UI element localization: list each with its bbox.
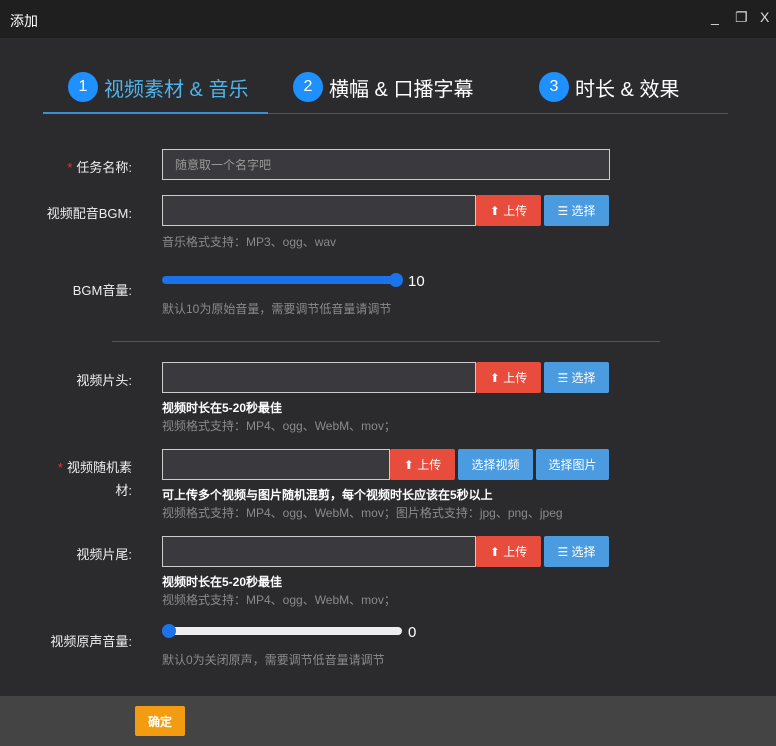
outro-label: 视频片尾: <box>76 547 132 562</box>
choose-video-button[interactable]: 选择视频 <box>458 449 533 480</box>
tab-label: 横幅 & 口播字幕 <box>329 78 474 101</box>
list-icon: ☰ <box>557 544 572 559</box>
original-volume-slider[interactable] <box>162 627 402 635</box>
step-number: 1 <box>68 72 98 102</box>
random-hint-bold: 可上传多个视频与图片随机混剪，每个视频时长应该在5秒以上 <box>162 488 493 502</box>
intro-hint-bold: 视频时长在5-20秒最佳 <box>162 401 283 415</box>
bgm-volume-hint: 默认10为原始音量，需要调节低音量请调节 <box>162 302 392 316</box>
bgm-label: 视频配音BGM: <box>46 206 132 221</box>
bgm-input[interactable] <box>162 195 476 226</box>
original-volume-label: 视频原声音量: <box>50 634 132 649</box>
list-icon: ☰ <box>557 370 572 385</box>
close-button[interactable]: X <box>760 9 769 25</box>
window-title: 添加 <box>10 13 38 29</box>
intro-label: 视频片头: <box>76 373 132 388</box>
outro-hint-bold: 视频时长在5-20秒最佳 <box>162 575 283 589</box>
title-bar <box>0 0 776 38</box>
original-volume-handle[interactable] <box>162 624 176 638</box>
random-material-label-cont: 材: <box>115 483 132 498</box>
intro-input[interactable] <box>162 362 476 393</box>
task-name-label: * 任务名称: <box>67 160 132 175</box>
upload-icon: ⬆ <box>489 370 504 385</box>
upload-icon: ⬆ <box>489 544 504 559</box>
step-number: 2 <box>293 72 323 102</box>
restore-button[interactable]: ❐ <box>735 9 748 26</box>
task-name-input[interactable] <box>162 149 610 180</box>
tab-duration-effects[interactable]: 3 时长 & 效果 <box>539 72 679 102</box>
tab-label: 视频素材 & 音乐 <box>104 78 249 101</box>
list-icon: ☰ <box>557 203 572 218</box>
random-material-label: * 视频随机素 <box>57 460 132 475</box>
minimize-button[interactable]: _ <box>711 9 719 25</box>
outro-upload-button[interactable]: ⬆ 上传 <box>476 536 541 567</box>
intro-hint: 视频格式支持：MP4、ogg、WebM、mov； <box>162 419 396 433</box>
bgm-volume-handle[interactable] <box>389 273 403 287</box>
bgm-volume-slider[interactable] <box>162 276 402 284</box>
section-divider <box>112 341 660 342</box>
bgm-volume-label: BGM音量: <box>72 283 132 298</box>
step-number: 3 <box>539 72 569 102</box>
outro-choose-button[interactable]: ☰ 选择 <box>544 536 609 567</box>
upload-icon: ⬆ <box>489 203 504 218</box>
tab-video-music[interactable]: 1 视频素材 & 音乐 <box>68 72 248 102</box>
active-tab-indicator <box>43 112 268 114</box>
tab-label: 时长 & 效果 <box>575 78 680 101</box>
bgm-upload-button[interactable]: ⬆ 上传 <box>476 195 541 226</box>
confirm-button[interactable]: 确定 <box>135 706 185 736</box>
bgm-hint: 音乐格式支持：MP3、ogg、wav <box>162 235 337 249</box>
upload-icon: ⬆ <box>403 457 418 472</box>
original-volume-value: 0 <box>408 624 417 641</box>
tab-banner-subtitles[interactable]: 2 横幅 & 口播字幕 <box>293 72 473 102</box>
random-hint: 视频格式支持：MP4、ogg、WebM、mov；图片格式支持：jpg、png、j… <box>162 506 563 520</box>
random-upload-button[interactable]: ⬆ 上传 <box>390 449 455 480</box>
bgm-choose-button[interactable]: ☰ 选择 <box>544 195 609 226</box>
intro-choose-button[interactable]: ☰ 选择 <box>544 362 609 393</box>
random-material-input[interactable] <box>162 449 390 480</box>
outro-input[interactable] <box>162 536 476 567</box>
outro-hint: 视频格式支持：MP4、ogg、WebM、mov； <box>162 593 396 607</box>
bgm-volume-value: 10 <box>408 273 425 290</box>
original-volume-hint: 默认0为关闭原声，需要调节低音量请调节 <box>162 653 385 667</box>
intro-upload-button[interactable]: ⬆ 上传 <box>476 362 541 393</box>
footer <box>0 696 776 746</box>
choose-image-button[interactable]: 选择图片 <box>536 449 609 480</box>
